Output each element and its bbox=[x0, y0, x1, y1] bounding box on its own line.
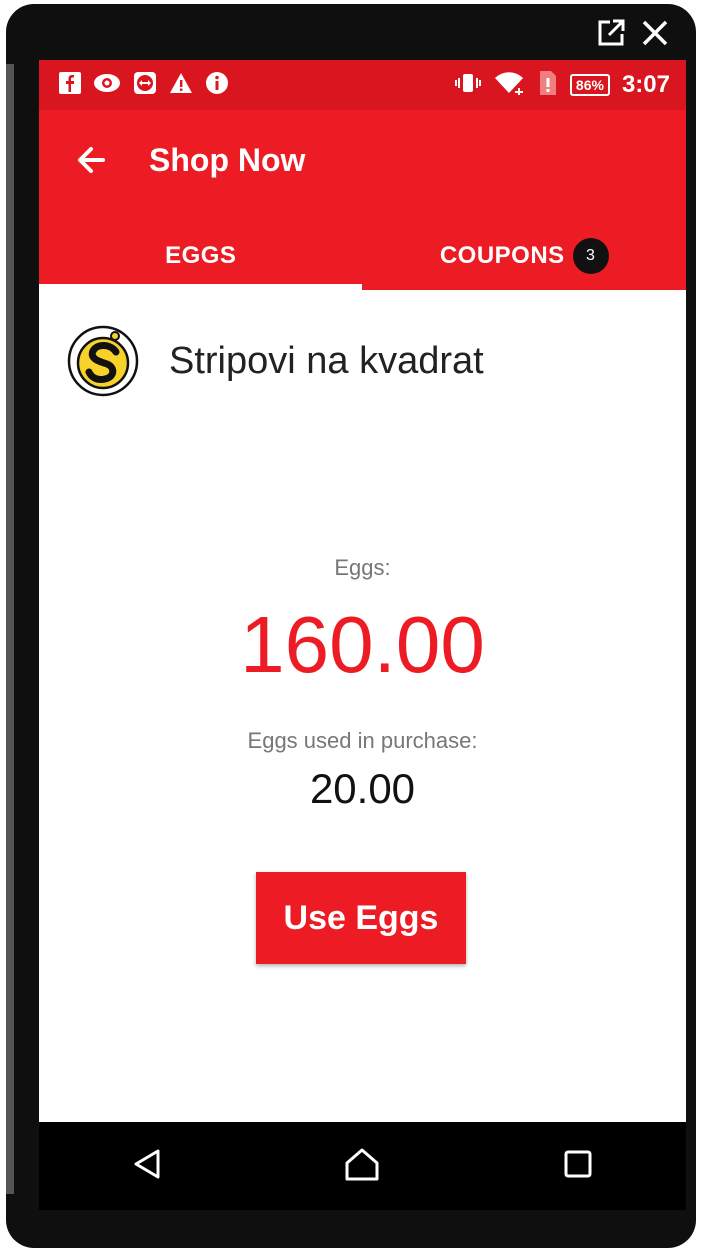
recents-square-icon bbox=[562, 1148, 594, 1185]
window-controls bbox=[596, 18, 670, 48]
teamviewer-icon bbox=[133, 71, 157, 100]
use-eggs-button[interactable]: Use Eggs bbox=[256, 872, 466, 964]
close-icon[interactable] bbox=[640, 18, 670, 48]
tab-bar: EGGS COUPONS 3 bbox=[39, 222, 686, 290]
eggs-used-value: 20.00 bbox=[309, 765, 416, 812]
info-icon bbox=[205, 71, 229, 100]
device-edge bbox=[6, 64, 14, 1194]
device-frame: 86% 3:07 Shop Now EGGS COUPONS 3 Stripov… bbox=[6, 4, 696, 1248]
phone-screen: 86% 3:07 Shop Now EGGS COUPONS 3 Stripov… bbox=[39, 60, 686, 1210]
active-tab-indicator bbox=[39, 284, 362, 290]
status-bar: 86% 3:07 bbox=[39, 60, 686, 110]
page-title: Shop Now bbox=[149, 142, 306, 178]
popout-icon[interactable] bbox=[596, 18, 626, 48]
arrow-left-icon[interactable] bbox=[73, 140, 113, 180]
coupons-count-badge: 3 bbox=[572, 238, 609, 274]
eggs-balance-value: 160.00 bbox=[240, 600, 485, 689]
tab-eggs-label: EGGS bbox=[165, 242, 237, 269]
nav-recents-button[interactable] bbox=[518, 1122, 638, 1210]
app-bar: Shop Now EGGS COUPONS 3 bbox=[39, 110, 686, 290]
merchant-name: Stripovi na kvadrat bbox=[169, 339, 484, 382]
warning-icon bbox=[169, 72, 193, 99]
tab-eggs[interactable]: EGGS bbox=[39, 222, 363, 290]
eggs-balance-label: Eggs: bbox=[334, 555, 391, 580]
eye-icon bbox=[93, 72, 121, 99]
facebook-icon bbox=[59, 71, 81, 99]
merchant-header: Stripovi na kvadrat bbox=[67, 325, 484, 397]
android-nav-bar bbox=[39, 1122, 686, 1210]
battery-icon: 86% bbox=[569, 74, 610, 96]
nav-home-button[interactable] bbox=[302, 1122, 422, 1210]
wifi-icon bbox=[494, 71, 524, 100]
vibrate-icon bbox=[454, 72, 482, 99]
home-icon bbox=[342, 1146, 382, 1187]
clock: 3:07 bbox=[621, 71, 670, 98]
eggs-used-label: Eggs used in purchase: bbox=[247, 728, 478, 753]
sim-icon bbox=[536, 70, 558, 101]
merchant-logo bbox=[67, 325, 139, 397]
tab-coupons-label: COUPONS bbox=[439, 242, 565, 269]
triangle-back-icon bbox=[130, 1147, 164, 1186]
nav-back-button[interactable] bbox=[87, 1122, 207, 1210]
tab-coupons[interactable]: COUPONS 3 bbox=[363, 222, 687, 290]
